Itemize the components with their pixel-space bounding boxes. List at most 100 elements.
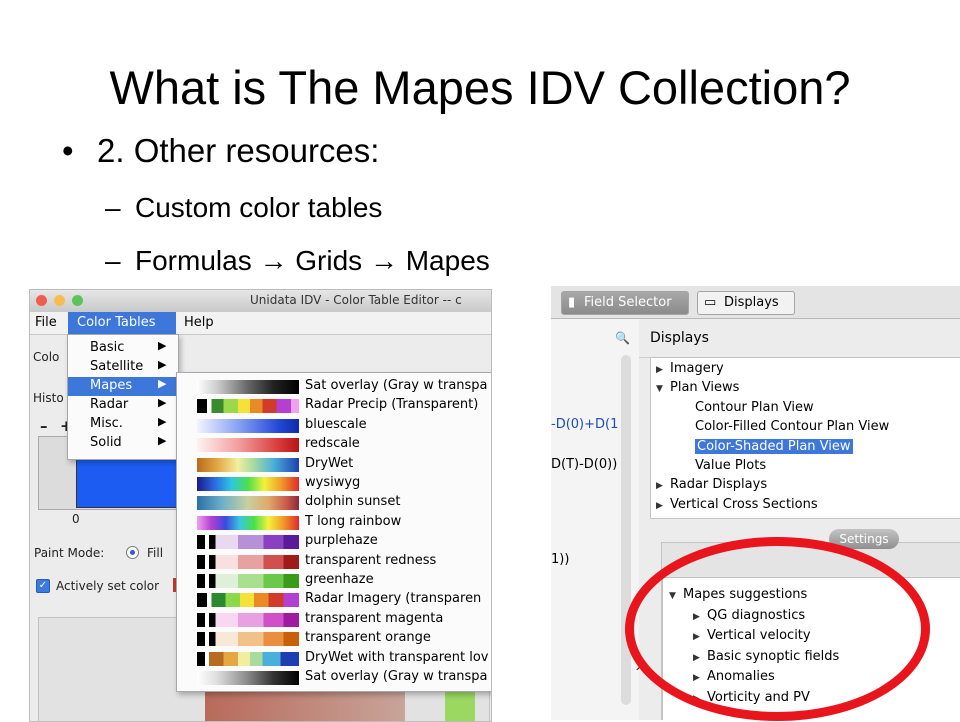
tree-node-label: Vertical Cross Sections [670,496,818,512]
color-table-swatch [197,380,299,394]
color-table-label: transparent magenta [305,610,444,626]
formula-fragment-1[interactable]: -D(0)+D(1 [551,417,618,432]
zoom-out-button[interactable]: – [40,417,48,435]
color-table-item[interactable]: transparent redness [177,552,491,571]
expand-toggle-icon[interactable]: ▶ [656,481,670,491]
color-tables-menu-item[interactable]: Solid ▶ [68,434,178,453]
tree-node-label: Radar Displays [670,477,768,493]
tree-node[interactable]: ▼ Plan Views [656,380,739,395]
window-title: Unidata IDV - Color Table Editor -- c [250,293,462,307]
tree-node[interactable]: ▶ Radar Displays [656,477,767,492]
close-window-button[interactable] [36,295,47,306]
formula-fragment-3[interactable]: 1)) [551,552,569,567]
menu-color-tables[interactable]: Color Tables [77,315,155,330]
tree-node-label: Color-Filled Contour Plan View [695,419,890,435]
actively-set-checkbox[interactable]: ✓ [36,579,50,593]
color-table-item[interactable]: greenhaze [177,571,491,590]
color-table-swatch [197,399,299,414]
grids-text: Grids [295,245,363,276]
color-table-swatch [197,477,299,491]
color-table-label: Sat overlay (Gray w transpa [305,669,488,684]
display-type-tree: ▶ Imagery ▼ Plan Views Contour Plan View Colo… [650,357,960,519]
paint-mode-label: Paint Mode: [34,546,105,560]
menu-file[interactable]: File [35,315,57,330]
tree-node-label: Imagery [670,361,724,376]
fill-radio[interactable] [126,546,139,559]
panel-title: Displays [650,330,709,346]
actively-set-label: Actively set color [56,579,160,593]
color-table-swatch [197,632,299,647]
menu-item-label: Misc. [90,416,123,431]
tab-bar: ▮ Field Selector ▭ Displays [551,286,960,319]
color-label: Colo [33,350,60,364]
tree-node[interactable]: Contour Plan View [695,400,814,415]
color-tables-menu-item[interactable]: Mapes ▶ [68,377,178,396]
color-table-item[interactable]: Sat overlay (Gray w transpa [177,668,491,687]
color-table-swatch [197,671,299,685]
color-table-item[interactable]: DryWet with transparent lov [177,649,491,668]
color-table-label: purplehaze [305,533,378,549]
color-table-item[interactable]: DryWet [177,455,491,474]
window-titlebar: Unidata IDV - Color Table Editor -- c [30,290,491,313]
color-table-swatch [197,496,299,511]
color-table-swatch [197,457,299,472]
menu-item-label: Satellite [90,359,144,374]
zoom-window-button[interactable] [72,295,83,306]
menu-item-label: Radar [90,397,129,412]
sub-marker: – [105,192,121,223]
color-table-label: greenhaze [305,572,374,587]
color-table-item[interactable]: Radar Precip (Transparent) [177,396,491,415]
color-table-item[interactable]: transparent magenta [177,610,491,629]
tree-node[interactable]: ▶ Vertical Cross Sections [656,497,818,512]
search-icon[interactable]: 🔍 [615,331,630,345]
submenu-arrow-icon: ▶ [158,339,167,352]
expand-toggle-icon[interactable]: ▶ [656,501,670,511]
tab-field-selector[interactable]: ▮ Field Selector [561,291,689,315]
color-table-item[interactable]: T long rainbow [177,513,491,532]
color-table-item[interactable]: Sat overlay (Gray w transpa [177,377,491,396]
submenu-arrow-icon: ▶ [158,396,167,409]
color-table-editor-window: Unidata IDV - Color Table Editor -- c Fi… [29,289,492,722]
color-table-item[interactable]: wysiwyg [177,474,491,493]
tree-node[interactable]: Color-Shaded Plan View [695,438,853,454]
color-table-item[interactable]: bluescale [177,416,491,435]
color-table-item[interactable]: Radar Imagery (transparen [177,590,491,609]
color-table-item[interactable]: purplehaze [177,532,491,551]
sub-bullet-formulas: – Formulas → Grids → Mapes [105,245,490,277]
color-tables-menu-item[interactable]: Satellite ▶ [68,358,178,377]
color-tables-menu: Basic ▶ Satellite ▶ Mapes ▶ Radar ▶ Misc… [67,334,179,460]
menu-help[interactable]: Help [184,315,214,330]
color-table-item[interactable]: dolphin sunset [177,493,491,512]
color-table-label: wysiwyg [305,475,361,490]
sub-marker: – [105,245,121,276]
minimize-window-button[interactable] [54,295,65,306]
color-tables-menu-item[interactable]: Misc. ▶ [68,415,178,434]
tree-node[interactable]: ▶ Imagery [656,361,724,376]
color-table-label: redscale [305,436,360,452]
color-table-swatch [197,651,299,666]
bullet-other-resources: • 2. Other resources: [62,132,379,170]
tree-node[interactable]: Color-Filled Contour Plan View [695,419,889,434]
tab-displays[interactable]: ▭ Displays [697,291,795,315]
color-table-swatch [197,554,299,569]
color-table-label: Sat overlay (Gray w transpa [305,378,488,393]
color-table-item[interactable]: transparent orange [177,629,491,648]
menubar: File Color Tables Help [30,312,491,335]
color-table-label: DryWet with transparent lov [305,649,489,665]
color-tables-menu-item[interactable]: Basic ▶ [68,339,178,358]
color-tables-menu-item[interactable]: Radar ▶ [68,396,178,415]
color-table-label: bluescale [305,416,367,432]
bullet-marker: • [62,132,74,169]
tab-field-selector-label: Field Selector [584,295,672,310]
expand-toggle-icon[interactable]: ▼ [656,384,670,394]
formula-fragment-2[interactable]: D(T)-D(0)) [551,457,617,472]
color-table-label: T long rainbow [305,513,402,529]
color-table-swatch [197,535,299,550]
expand-toggle-icon[interactable]: ▶ [656,365,670,375]
submenu-arrow-icon: ▶ [158,377,167,390]
color-table-label: transparent orange [305,630,431,646]
tree-node-label: Color-Shaded Plan View [695,438,853,454]
color-table-item[interactable]: redscale [177,435,491,454]
tree-node[interactable]: Value Plots [695,458,766,473]
highlight-circle [625,537,930,721]
